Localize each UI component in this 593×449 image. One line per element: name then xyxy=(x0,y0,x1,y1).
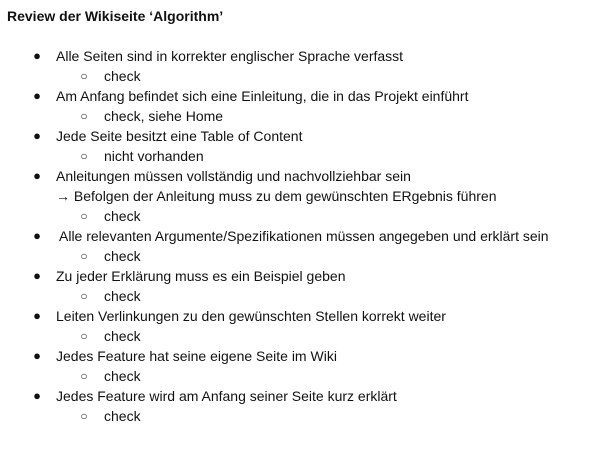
sub-item-text: check, siehe Home xyxy=(104,108,224,124)
item-text: Jede Seite besitzt eine Table of Content xyxy=(56,128,303,144)
list-item: ● Jede Seite besitzt eine Table of Conte… xyxy=(0,126,593,166)
item-text: Jedes Feature hat seine eigene Seite im … xyxy=(56,348,337,364)
item-text: Jedes Feature wird am Anfang seiner Seit… xyxy=(56,388,397,404)
item-arrow-note: → Befolgen der Anleitung muss zu dem gew… xyxy=(56,188,497,204)
bullet-icon: ● xyxy=(33,268,41,283)
item-line: ● Jede Seite besitzt eine Table of Conte… xyxy=(0,126,593,146)
sub-item-text: check xyxy=(104,288,141,304)
sub-item-text: check xyxy=(104,248,141,264)
item-text: Anleitungen müssen vollständig und nachv… xyxy=(56,168,411,184)
hollow-bullet-icon: ○ xyxy=(80,209,88,223)
sub-item-line: ○ check xyxy=(0,366,593,386)
sub-item-line: ○ check xyxy=(0,286,593,306)
list-item: ● Anleitungen müssen vollständig und nac… xyxy=(0,166,593,226)
sub-item-text: check xyxy=(104,68,141,84)
hollow-bullet-icon: ○ xyxy=(80,69,88,83)
item-line: ● Anleitungen müssen vollständig und nac… xyxy=(0,166,593,186)
sub-item-line: ○ check xyxy=(0,246,593,266)
item-text: Am Anfang befindet sich eine Einleitung,… xyxy=(56,88,469,104)
bullet-icon: ● xyxy=(33,88,41,103)
sub-item-text: check xyxy=(104,328,141,344)
list-item: ● Alle relevanten Argumente/Spezifikatio… xyxy=(0,226,593,266)
sub-item-line: ○ check, siehe Home xyxy=(0,106,593,126)
hollow-bullet-icon: ○ xyxy=(80,289,88,303)
list-item: ● Zu jeder Erklärung muss es ein Beispie… xyxy=(0,266,593,306)
hollow-bullet-icon: ○ xyxy=(80,109,88,123)
sub-item-text: check xyxy=(104,408,141,424)
document: Review der Wikiseite ‘Algorithm’ ● Alle … xyxy=(0,0,593,449)
bullet-icon: ● xyxy=(33,228,41,243)
item-line: ● Alle Seiten sind in korrekter englisch… xyxy=(0,46,593,66)
sub-item-line: ○ nicht vorhanden xyxy=(0,146,593,166)
sub-item-text: check xyxy=(104,368,141,384)
page-title: Review der Wikiseite ‘Algorithm’ xyxy=(7,8,224,24)
list-item: ● Jedes Feature wird am Anfang seiner Se… xyxy=(0,386,593,426)
sub-item-line: ○ check xyxy=(0,206,593,226)
hollow-bullet-icon: ○ xyxy=(80,369,88,383)
list-item: ● Alle Seiten sind in korrekter englisch… xyxy=(0,46,593,86)
sub-item-line: ○ check xyxy=(0,66,593,86)
hollow-bullet-icon: ○ xyxy=(80,329,88,343)
item-line: ● Jedes Feature wird am Anfang seiner Se… xyxy=(0,386,593,406)
item-text: Leiten Verlinkungen zu den gewünschten S… xyxy=(56,308,446,324)
bullet-icon: ● xyxy=(33,128,41,143)
sub-item-line: ○ check xyxy=(0,406,593,426)
item-line: ● Am Anfang befindet sich eine Einleitun… xyxy=(0,86,593,106)
bullet-icon: ● xyxy=(33,168,41,183)
list-item: ● Am Anfang befindet sich eine Einleitun… xyxy=(0,86,593,126)
item-line: ● Zu jeder Erklärung muss es ein Beispie… xyxy=(0,266,593,286)
bullet-icon: ● xyxy=(33,308,41,323)
bullet-icon: ● xyxy=(33,48,41,63)
item-line: ● Jedes Feature hat seine eigene Seite i… xyxy=(0,346,593,366)
list-item: ● Leiten Verlinkungen zu den gewünschten… xyxy=(0,306,593,346)
bullet-icon: ● xyxy=(33,348,41,363)
item-text: Alle relevanten Argumente/Spezifikatione… xyxy=(59,228,549,244)
review-checklist: ● Alle Seiten sind in korrekter englisch… xyxy=(0,46,593,426)
bullet-icon: ● xyxy=(33,388,41,403)
item-text: Zu jeder Erklärung muss es ein Beispiel … xyxy=(56,268,346,284)
sub-item-text: check xyxy=(104,208,141,224)
sub-item-line: ○ check xyxy=(0,326,593,346)
item-continuation-line: → Befolgen der Anleitung muss zu dem gew… xyxy=(0,186,593,206)
item-line: ● Leiten Verlinkungen zu den gewünschten… xyxy=(0,306,593,326)
item-line: ● Alle relevanten Argumente/Spezifikatio… xyxy=(0,226,593,246)
hollow-bullet-icon: ○ xyxy=(80,409,88,423)
item-text: Alle Seiten sind in korrekter englischer… xyxy=(56,48,404,64)
sub-item-text: nicht vorhanden xyxy=(104,148,204,164)
hollow-bullet-icon: ○ xyxy=(80,149,88,163)
list-item: ● Jedes Feature hat seine eigene Seite i… xyxy=(0,346,593,386)
hollow-bullet-icon: ○ xyxy=(80,249,88,263)
